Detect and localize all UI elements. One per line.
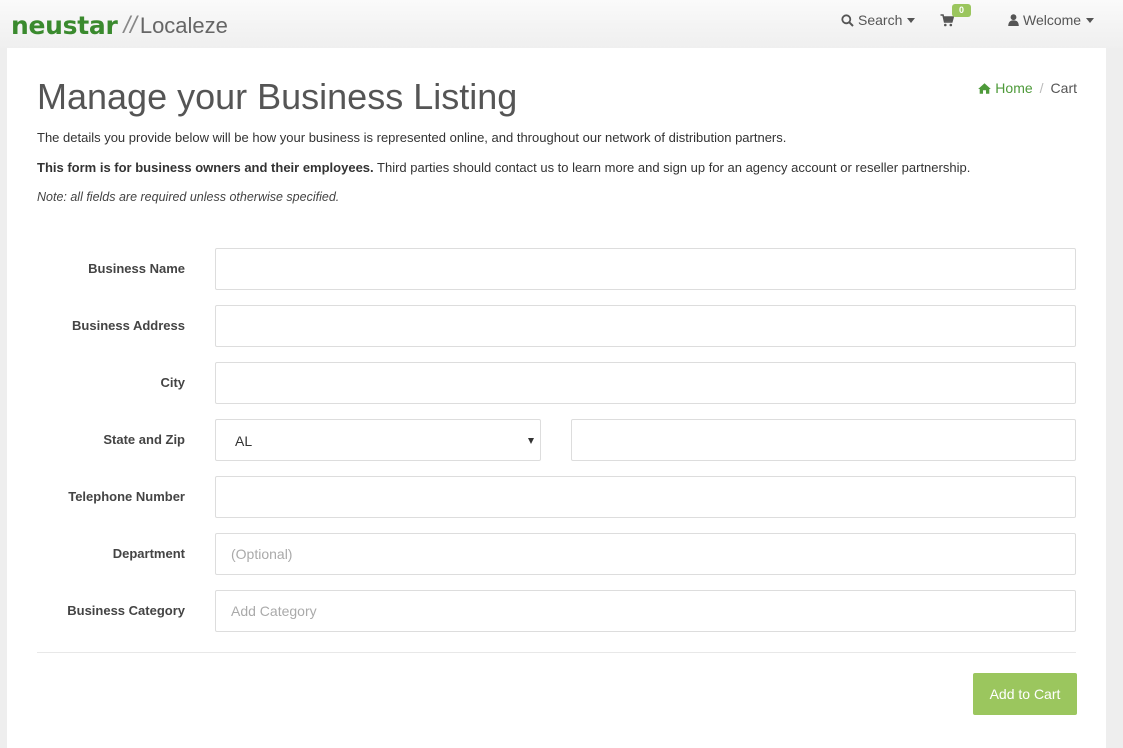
business-address-row: Business Address <box>7 305 1106 347</box>
telephone-input[interactable] <box>215 476 1076 518</box>
business-address-label: Business Address <box>72 318 185 333</box>
home-icon <box>978 82 992 94</box>
chevron-down-icon <box>1086 17 1095 23</box>
breadcrumb: Home / Cart <box>978 80 1077 96</box>
brand-localeze: Localeze <box>139 13 228 38</box>
breadcrumb-home-label: Home <box>995 80 1033 96</box>
business-name-row: Business Name <box>7 248 1106 290</box>
brand-logo[interactable]: neustar // Localeze <box>11 4 228 40</box>
owners-notice-bold: This form is for business owners and the… <box>37 160 374 175</box>
search-menu-label: Search <box>858 12 903 28</box>
breadcrumb-separator: / <box>1039 80 1044 96</box>
main-panel: Manage your Business Listing Home / Cart… <box>7 48 1106 748</box>
state-zip-row: State and Zip AL <box>7 419 1106 461</box>
user-icon <box>1008 14 1019 26</box>
brand-neustar: neustar <box>11 11 118 40</box>
search-menu[interactable]: Search <box>841 10 916 30</box>
owners-notice: This form is for business owners and the… <box>37 160 970 175</box>
department-label: Department <box>112 546 185 561</box>
welcome-menu-label: Welcome <box>1023 12 1082 28</box>
city-row: City <box>7 362 1106 404</box>
breadcrumb-home-link[interactable]: Home <box>978 80 1033 96</box>
city-label: City <box>160 375 185 390</box>
state-select-value: AL <box>235 433 253 449</box>
state-select[interactable]: AL <box>215 419 541 461</box>
chevron-down-icon <box>528 438 534 444</box>
business-category-row: Business Category <box>7 590 1106 632</box>
department-row: Department <box>7 533 1106 575</box>
search-icon <box>841 13 854 27</box>
top-navbar: neustar // Localeze Search 0 Welcome <box>0 0 1123 48</box>
business-category-label: Business Category <box>67 603 185 618</box>
welcome-menu[interactable]: Welcome <box>1008 10 1095 30</box>
chevron-down-icon <box>907 17 916 23</box>
cart-count-badge: 0 <box>952 4 971 17</box>
business-name-input[interactable] <box>215 248 1076 290</box>
state-zip-label: State and Zip <box>103 432 185 447</box>
add-to-cart-button[interactable]: Add to Cart <box>973 673 1077 715</box>
owners-notice-rest: Third parties should contact us to learn… <box>373 160 971 175</box>
telephone-label: Telephone Number <box>68 489 185 504</box>
business-category-input[interactable] <box>215 590 1076 632</box>
required-note: Note: all fields are required unless oth… <box>37 190 340 204</box>
telephone-row: Telephone Number <box>7 476 1106 518</box>
city-input[interactable] <box>215 362 1076 404</box>
business-name-label: Business Name <box>88 261 185 276</box>
breadcrumb-current: Cart <box>1050 80 1077 96</box>
form-divider <box>37 652 1076 653</box>
page-title: Manage your Business Listing <box>37 76 518 117</box>
brand-separator: // <box>123 12 137 39</box>
department-input[interactable] <box>215 533 1076 575</box>
zip-input[interactable] <box>571 419 1076 461</box>
business-address-input[interactable] <box>215 305 1076 347</box>
intro-text: The details you provide below will be ho… <box>37 130 787 145</box>
